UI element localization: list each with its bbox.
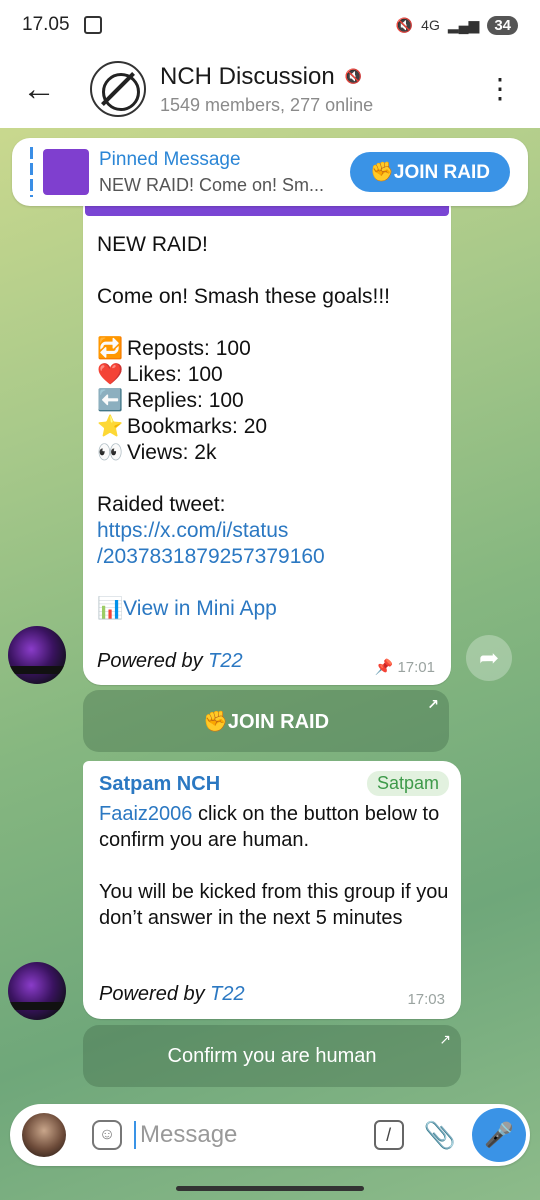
group-title: NCH Discussion 🔇 — [160, 63, 373, 91]
raid-message-body: NEW RAID! Come on! Smash these goals!!! … — [97, 232, 437, 622]
pinned-thumbnail — [43, 149, 89, 195]
mini-app-link[interactable]: 📊View in Mini App — [97, 596, 437, 622]
chart-icon: 📊 — [97, 597, 124, 620]
more-options-icon[interactable]: ⋮ — [486, 75, 514, 103]
user-mention[interactable]: Faaiz2006 — [99, 803, 192, 825]
status-bar: 17.05 🔇 4G ▂▄▆ 34 — [0, 0, 540, 50]
bot-avatar[interactable] — [8, 962, 66, 1020]
chat-area[interactable]: Pinned Message NEW RAID! Come on! Sm... … — [0, 128, 540, 1200]
captcha-message[interactable]: Satpam NCH Satpam Faaiz2006 click on the… — [83, 761, 461, 1019]
raid-callout: Come on! Smash these goals!!! — [97, 285, 390, 308]
pinned-join-raid-button[interactable]: ✊JOIN RAID — [350, 152, 510, 192]
repost-icon: 🔁 — [97, 337, 124, 360]
battery-badge: 34 — [487, 15, 518, 35]
admin-tag: Satpam — [366, 771, 449, 796]
signal-icon: ▂▄▆ — [447, 16, 480, 33]
screenshot-icon — [83, 16, 102, 34]
message-input[interactable]: Message — [134, 1121, 334, 1149]
chat-header: ← NCH Discussion 🔇 1549 members, 277 onl… — [0, 50, 540, 128]
sender-name[interactable]: Satpam NCH — [99, 773, 220, 796]
kick-warning: You will be kicked from this group if yo… — [99, 881, 449, 929]
pinned-text: Pinned Message NEW RAID! Come on! Sm... — [99, 149, 349, 196]
sticker-icon[interactable]: ☺ — [92, 1120, 122, 1150]
muted-icon: 🔇 — [344, 68, 363, 84]
external-link-icon: ↗ — [439, 1031, 451, 1047]
captcha-body: Faaiz2006 click on the button below to c… — [99, 803, 449, 929]
message-time: 17:03 — [407, 991, 445, 1008]
pinned-message-bar[interactable]: Pinned Message NEW RAID! Come on! Sm... … — [12, 138, 528, 206]
message-composer: ☺ Message / 📎 🎤 — [10, 1104, 530, 1166]
microphone-icon[interactable]: 🎤 — [472, 1108, 526, 1162]
group-title-text: NCH Discussion — [160, 62, 335, 90]
bot-commands-icon[interactable]: / — [373, 1120, 404, 1150]
pinned-title: Pinned Message — [99, 148, 241, 170]
reply-arrow-icon: ⬅️ — [97, 389, 124, 412]
pinned-preview: NEW RAID! Come on! Sm... — [99, 174, 325, 195]
powered-link[interactable]: T22 — [208, 650, 242, 672]
eyes-icon: 👀 — [97, 441, 124, 464]
avatar-caption — [8, 666, 66, 674]
status-right: 🔇 4G ▂▄▆ 34 — [395, 15, 518, 35]
powered-link[interactable]: T22 — [210, 983, 244, 1005]
raided-tweet-label: Raided tweet: — [97, 493, 226, 516]
star-icon: ⭐ — [97, 415, 124, 438]
status-time: 17.05 — [22, 14, 70, 35]
raid-message[interactable]: NEW RAID! Come on! Smash these goals!!! … — [83, 188, 451, 685]
external-link-icon: ↗ — [427, 696, 439, 712]
network-label: 4G — [421, 17, 440, 33]
powered-by: Powered by T22 — [97, 650, 243, 672]
stat-bookmarks: ⭐ Bookmarks: 20 — [97, 415, 268, 438]
powered-by: Powered by T22 — [99, 983, 245, 1005]
send-as-avatar[interactable] — [22, 1113, 66, 1157]
forward-icon[interactable]: ➦ — [466, 635, 512, 681]
join-raid-button[interactable]: ✊JOIN RAID ↗ — [83, 690, 449, 752]
message-time: 📌 17:01 — [374, 659, 435, 676]
heart-icon: ❤️ — [97, 363, 124, 386]
bot-avatar[interactable] — [8, 626, 66, 684]
raid-headline: NEW RAID! — [97, 233, 208, 256]
mute-icon: 🔇 — [395, 16, 414, 33]
home-indicator[interactable] — [176, 1186, 364, 1191]
avatar-caption — [8, 1002, 66, 1010]
confirm-human-button[interactable]: Confirm you are human ↗ — [83, 1025, 461, 1087]
group-subtitle: 1549 members, 277 online — [160, 94, 374, 115]
header-text[interactable]: NCH Discussion 🔇 1549 members, 277 onlin… — [160, 63, 373, 116]
tweet-link[interactable]: https://x.com/i/status /2037831879257379… — [97, 518, 437, 570]
stat-views: 👀 Views: 2k — [97, 441, 217, 464]
back-arrow-icon[interactable]: ← — [22, 72, 62, 106]
stat-likes: ❤️ Likes: 100 — [97, 363, 223, 386]
pinned-indicator — [30, 147, 33, 197]
group-avatar[interactable] — [90, 61, 146, 117]
attach-icon[interactable]: 📎 — [424, 1120, 456, 1151]
pin-icon: 📌 — [374, 659, 394, 676]
stat-replies: ⬅️ Replies: 100 — [97, 389, 244, 412]
stat-reposts: 🔁 Reposts: 100 — [97, 337, 251, 360]
